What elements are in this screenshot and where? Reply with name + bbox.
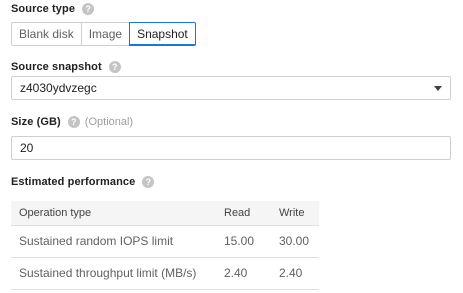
help-icon[interactable]: ? xyxy=(108,61,121,73)
operation-cell: Sustained throughput limit (MB/s) xyxy=(11,256,216,290)
source-snapshot-value: z4030ydvzegc xyxy=(20,81,97,95)
optional-hint: (Optional) xyxy=(84,116,134,128)
source-snapshot-row: Source snapshot ? xyxy=(11,61,121,73)
performance-table: Operation type Read Write Sustained rand… xyxy=(11,201,319,290)
help-icon[interactable]: ? xyxy=(67,116,80,128)
column-header-operation: Operation type xyxy=(19,206,92,219)
size-input[interactable]: 20 xyxy=(11,136,451,160)
help-icon[interactable]: ? xyxy=(82,3,95,15)
source-type-segmented-control: Blank disk Image Snapshot xyxy=(11,22,196,46)
caret-down-icon xyxy=(434,86,442,91)
size-label: Size (GB) xyxy=(11,116,61,128)
table-row: Sustained throughput limit (MB/s) 2.40 2… xyxy=(11,256,319,290)
source-type-label: Source type xyxy=(11,3,76,15)
write-cell: 2.40 xyxy=(271,256,319,290)
size-row: Size (GB) ? (Optional) xyxy=(11,116,133,128)
help-icon[interactable]: ? xyxy=(142,176,155,188)
read-cell: 15.00 xyxy=(216,224,271,257)
write-cell: 30.00 xyxy=(271,224,319,257)
column-header-write: Write xyxy=(279,206,305,219)
size-value: 20 xyxy=(20,141,34,155)
column-header-read: Read xyxy=(224,206,251,219)
read-cell: 2.40 xyxy=(216,256,271,290)
operation-cell: Sustained random IOPS limit xyxy=(11,224,216,257)
estimated-performance-label: Estimated performance xyxy=(11,176,136,188)
table-header-row: Operation type Read Write xyxy=(11,201,319,225)
snapshot-option[interactable]: Snapshot xyxy=(129,22,196,46)
source-snapshot-select[interactable]: z4030ydvzegc xyxy=(11,76,451,100)
image-option[interactable]: Image xyxy=(80,22,131,46)
performance-row: Estimated performance ? xyxy=(11,176,155,188)
source-type-row: Source type ? xyxy=(11,3,95,15)
blank-disk-option[interactable]: Blank disk xyxy=(11,22,82,46)
source-snapshot-label: Source snapshot xyxy=(11,61,102,73)
table-row: Sustained random IOPS limit 15.00 30.00 xyxy=(11,224,319,257)
